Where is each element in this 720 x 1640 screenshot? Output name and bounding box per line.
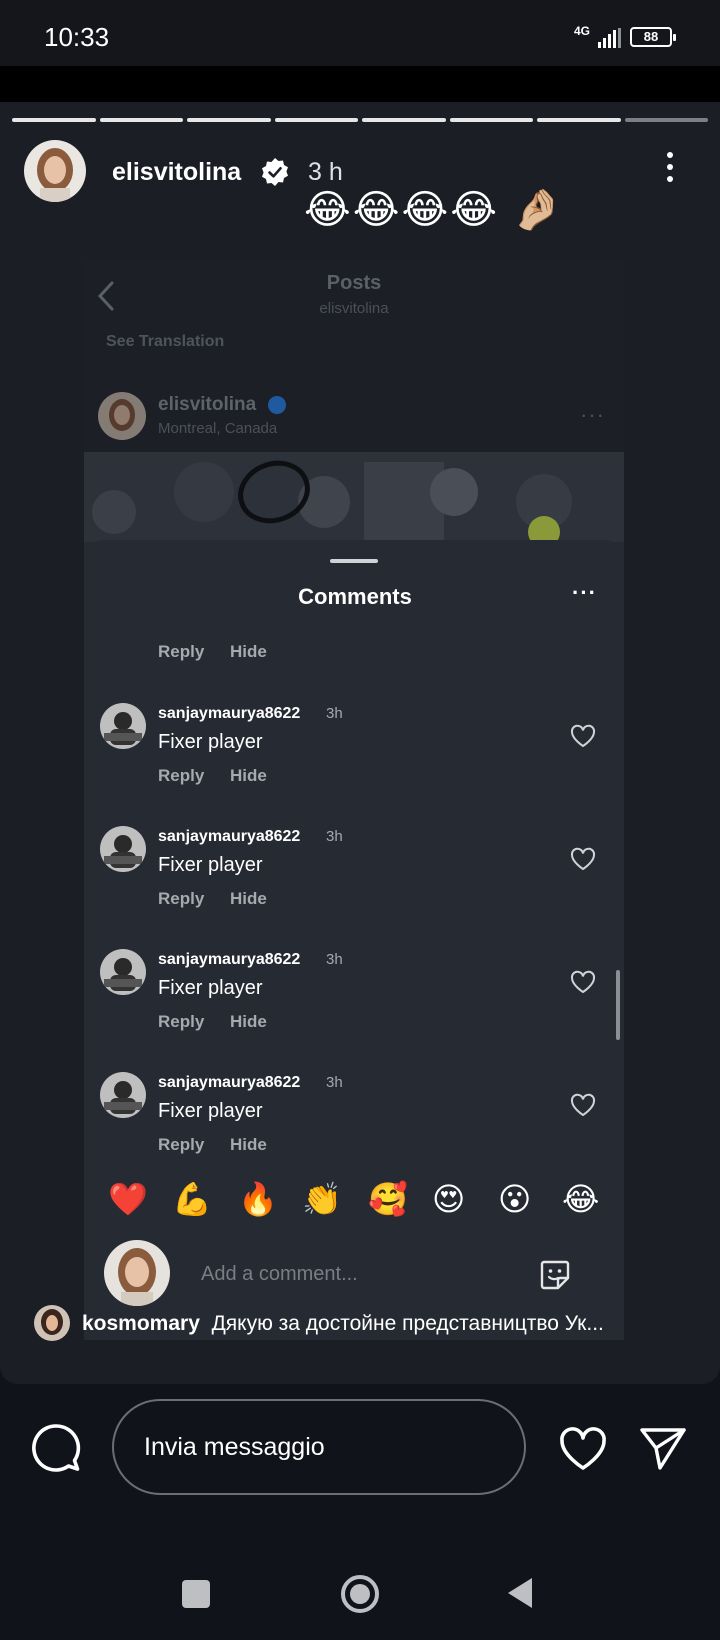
story-progress-segment: [274, 118, 358, 122]
more-vert-icon[interactable]: [664, 152, 676, 188]
embedded-photo: [84, 452, 624, 542]
hide-button[interactable]: Hide: [230, 766, 267, 786]
story-progress-segment: [537, 118, 621, 122]
comment-text: Fixer player: [158, 977, 263, 999]
reply-button[interactable]: Reply: [158, 1012, 204, 1032]
story-avatar[interactable]: [24, 140, 86, 202]
comment-heart-icon[interactable]: [570, 724, 596, 748]
reply-button[interactable]: Reply: [158, 766, 204, 786]
reaction-emoji[interactable]: 💪: [172, 1180, 212, 1218]
signal-icon: [598, 28, 621, 48]
story-username[interactable]: elisvitolina: [112, 158, 241, 187]
comment-avatar[interactable]: [100, 1072, 146, 1118]
story-progress-segment: [12, 118, 96, 122]
embedded-title: Posts: [326, 272, 382, 294]
comment-heart-icon[interactable]: [570, 1093, 596, 1117]
embedded-author: elisvitolina: [158, 394, 257, 415]
story-progress-segment: [624, 118, 708, 122]
reaction-emoji[interactable]: ❤️: [108, 1180, 148, 1218]
comment-heart-icon[interactable]: [570, 847, 596, 871]
reply-button[interactable]: Reply: [158, 1135, 204, 1155]
embedded-more-icon: ···: [580, 402, 605, 427]
comment-username[interactable]: sanjaymaurya8622: [158, 828, 300, 846]
reply-button[interactable]: Reply: [158, 642, 204, 662]
story-progress-segment: [99, 118, 183, 122]
comment-username[interactable]: sanjaymaurya8622: [158, 705, 300, 723]
story-progress-segment: [187, 118, 271, 122]
comment-time: 3h: [326, 705, 343, 722]
overlay-comment-avatar: [34, 1305, 70, 1341]
comment-text: Fixer player: [158, 854, 263, 876]
comment-username[interactable]: sanjaymaurya8622: [158, 1074, 300, 1092]
comment-time: 3h: [326, 1074, 343, 1091]
comments-more-icon[interactable]: ···: [572, 580, 597, 606]
hide-button[interactable]: Hide: [230, 889, 267, 909]
comment-avatar[interactable]: [100, 826, 146, 872]
embedded-avatar: [98, 392, 146, 440]
my-avatar: [104, 1240, 170, 1306]
chat-bubble-icon[interactable]: [30, 1422, 82, 1474]
nav-home-icon[interactable]: [340, 1574, 380, 1614]
hide-button[interactable]: Hide: [230, 1135, 267, 1155]
add-comment-input[interactable]: Add a comment...: [201, 1263, 358, 1286]
comment-text: Fixer player: [158, 731, 263, 753]
story-progress-segment: [449, 118, 533, 122]
status-time: 10:33: [44, 22, 110, 52]
reaction-emoji[interactable]: 👏: [302, 1180, 342, 1218]
hide-button[interactable]: Hide: [230, 642, 267, 662]
embedded-verified-icon: [268, 396, 286, 414]
comment-time: 3h: [326, 951, 343, 968]
embedded-location: Montreal, Canada: [158, 420, 278, 437]
story-time: 3 h: [308, 158, 343, 186]
comments-scrollbar[interactable]: [616, 970, 620, 1040]
reaction-emoji[interactable]: 😍: [432, 1180, 465, 1218]
message-input-placeholder: Invia messaggio: [144, 1433, 325, 1461]
hide-button[interactable]: Hide: [230, 1012, 267, 1032]
sticker-icon[interactable]: [538, 1258, 572, 1292]
comment-heart-icon[interactable]: [570, 970, 596, 994]
comment-text: Fixer player: [158, 1100, 263, 1122]
battery-indicator: 88: [630, 27, 676, 47]
comment-avatar[interactable]: [100, 949, 146, 995]
top-band: [0, 66, 720, 102]
story-progress-segment: [362, 118, 446, 122]
reaction-emoji[interactable]: 🥰: [368, 1180, 408, 1218]
comment-username[interactable]: sanjaymaurya8622: [158, 951, 300, 969]
nav-back-icon[interactable]: [506, 1576, 534, 1610]
reaction-emoji[interactable]: 😂: [562, 1180, 599, 1218]
nav-recents-icon[interactable]: [182, 1580, 210, 1608]
comment-time: 3h: [326, 828, 343, 845]
comments-title: Comments: [298, 584, 412, 609]
overlay-comment-text: Дякую за достойне представництво Ук...: [211, 1312, 604, 1335]
overlay-comment-user: kosmomary: [82, 1312, 200, 1335]
sheet-handle[interactable]: [330, 559, 378, 563]
see-translation: See Translation: [106, 333, 225, 350]
story-caption-emojis: 😂😂😂😂 🤌🏼: [304, 188, 564, 232]
chevron-left-icon: [97, 281, 114, 311]
verified-badge-icon: [262, 158, 288, 186]
network-indicator: 4G: [574, 24, 591, 38]
reaction-emoji[interactable]: 😮: [498, 1180, 531, 1218]
reply-button[interactable]: Reply: [158, 889, 204, 909]
comment-avatar[interactable]: [100, 703, 146, 749]
overlay-comment: kosmomary Дякую за достойне представницт…: [82, 1312, 692, 1336]
reaction-emoji[interactable]: 🔥: [238, 1180, 278, 1218]
embedded-subtitle: elisvitolina: [319, 300, 389, 317]
send-icon[interactable]: [638, 1424, 688, 1474]
heart-icon[interactable]: [558, 1426, 608, 1472]
